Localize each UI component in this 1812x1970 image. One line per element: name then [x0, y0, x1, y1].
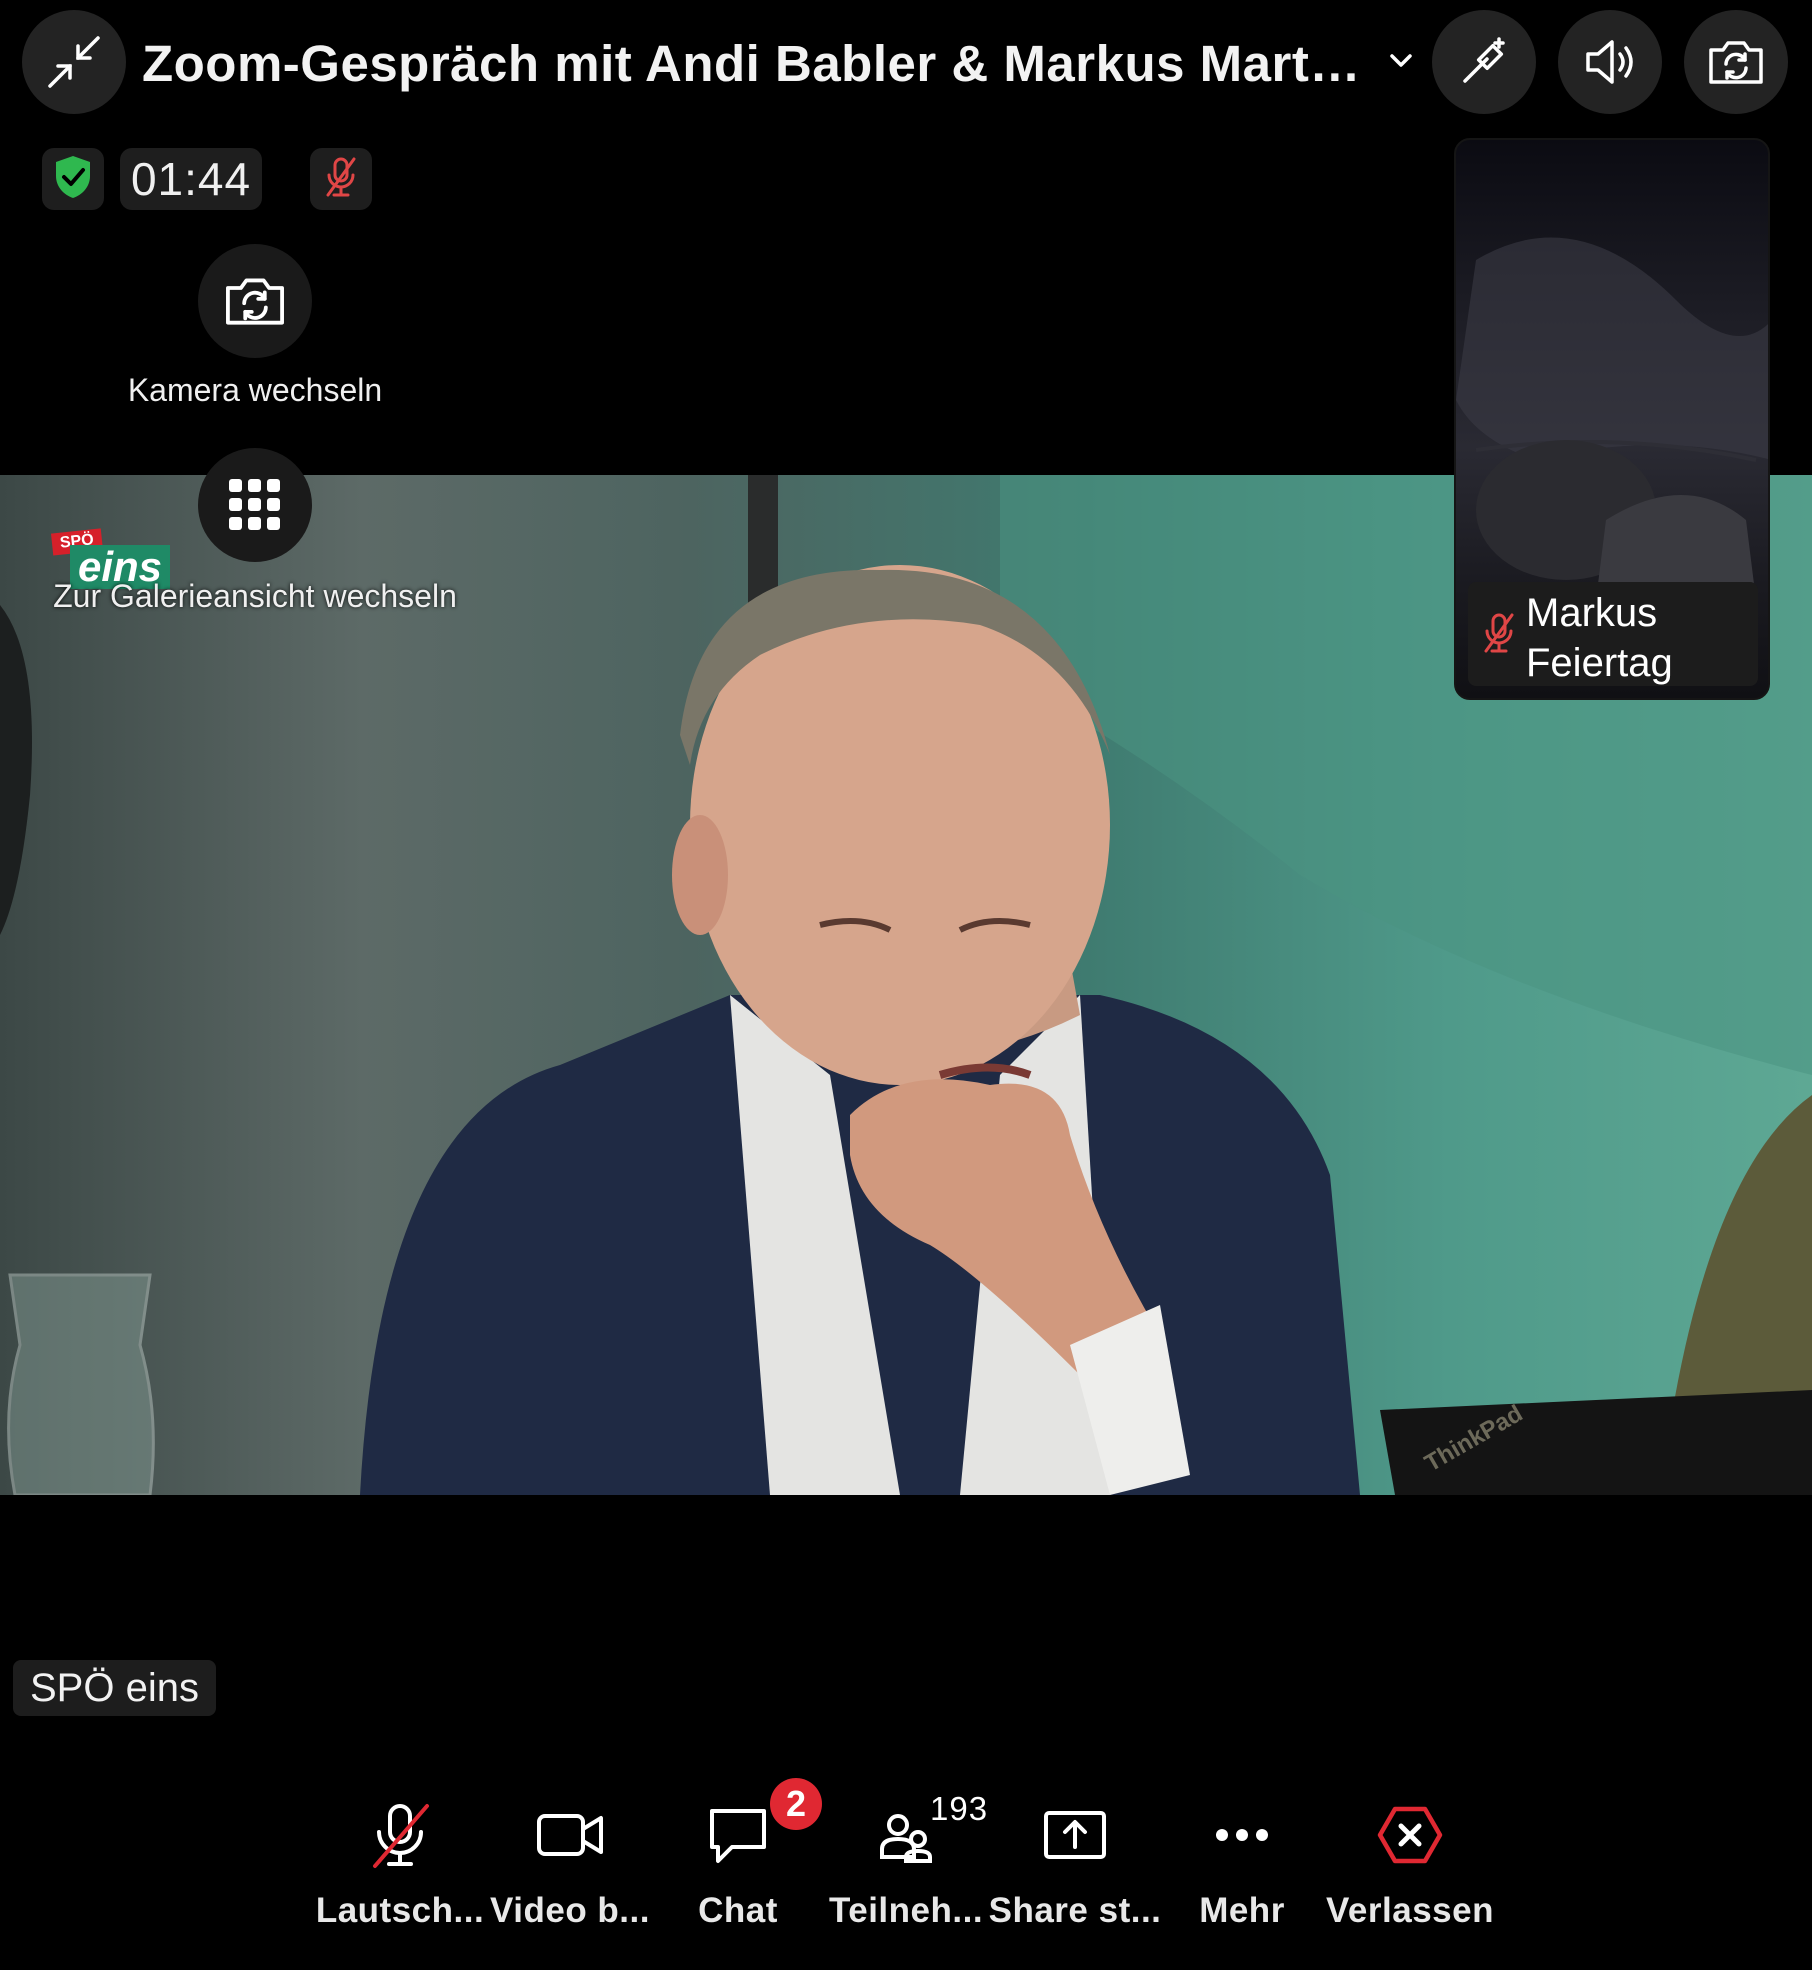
- mic-muted-icon: [1482, 612, 1516, 659]
- video-source-label: SPÖ eins: [13, 1660, 216, 1716]
- grid-icon: [228, 478, 282, 532]
- timer-text: 01:44: [130, 153, 252, 205]
- mute-label: Lautsch...: [315, 1891, 485, 1930]
- mic-status-badge[interactable]: [310, 148, 372, 210]
- participant-thumbnail[interactable]: Markus Feiertag: [1454, 138, 1770, 700]
- participants-label: Teilneh...: [828, 1891, 984, 1930]
- video-label: Video b...: [490, 1891, 650, 1930]
- share-screen-button[interactable]: Share st...: [988, 1795, 1162, 1931]
- video-button[interactable]: Video b...: [490, 1795, 650, 1931]
- switch-camera-overlay-button[interactable]: [198, 244, 312, 358]
- leave-button[interactable]: Verlassen: [1320, 1795, 1500, 1931]
- speaker-icon: [1582, 36, 1638, 88]
- chat-label: Chat: [698, 1891, 778, 1930]
- encryption-badge[interactable]: [42, 148, 104, 210]
- meeting-title-dropdown[interactable]: Zoom-Gespräch mit Andi Babler & Markus M…: [142, 28, 1413, 98]
- meeting-timer: 01:44: [120, 148, 262, 210]
- speaker-button[interactable]: [1558, 10, 1662, 114]
- mic-muted-icon: [324, 156, 358, 203]
- thumbnail-participant-name: Markus Feiertag: [1526, 591, 1673, 685]
- switch-camera-button[interactable]: [1684, 10, 1788, 114]
- share-screen-icon: [1042, 1795, 1108, 1875]
- more-dots-icon: [1214, 1795, 1270, 1875]
- participant-count: 193: [930, 1790, 989, 1827]
- more-label: Mehr: [1199, 1891, 1285, 1930]
- annotate-button[interactable]: [1432, 10, 1536, 114]
- thumbnail-name-plate: Markus Feiertag: [1468, 582, 1758, 686]
- leave-icon: [1377, 1795, 1443, 1875]
- minimize-arrows-icon: [46, 34, 102, 90]
- switch-camera-label: Kamera wechseln: [127, 372, 383, 408]
- shield-check-icon: [52, 154, 94, 205]
- video-camera-icon: [535, 1795, 605, 1875]
- share-screen-label: Share st...: [988, 1891, 1162, 1930]
- minimize-button[interactable]: [22, 10, 126, 114]
- participants-icon: [876, 1795, 936, 1875]
- chat-bubble-icon: [706, 1795, 770, 1875]
- camera-rotate-icon: [1707, 38, 1765, 86]
- meeting-title: Zoom-Gespräch mit Andi Babler & Markus M…: [142, 34, 1367, 92]
- gallery-view-label: Zur Galerieansicht wechseln: [53, 578, 457, 614]
- chevron-down-icon: [1389, 53, 1413, 74]
- gallery-view-button[interactable]: [198, 448, 312, 562]
- mic-muted-icon: [365, 1795, 435, 1875]
- magic-wand-icon: [1457, 35, 1511, 89]
- mute-button[interactable]: Lautsch...: [316, 1795, 484, 1931]
- chat-unread-badge: 2: [770, 1778, 822, 1830]
- more-button[interactable]: Mehr: [1182, 1795, 1302, 1931]
- leave-label: Verlassen: [1326, 1891, 1494, 1930]
- camera-rotate-icon: [223, 275, 287, 327]
